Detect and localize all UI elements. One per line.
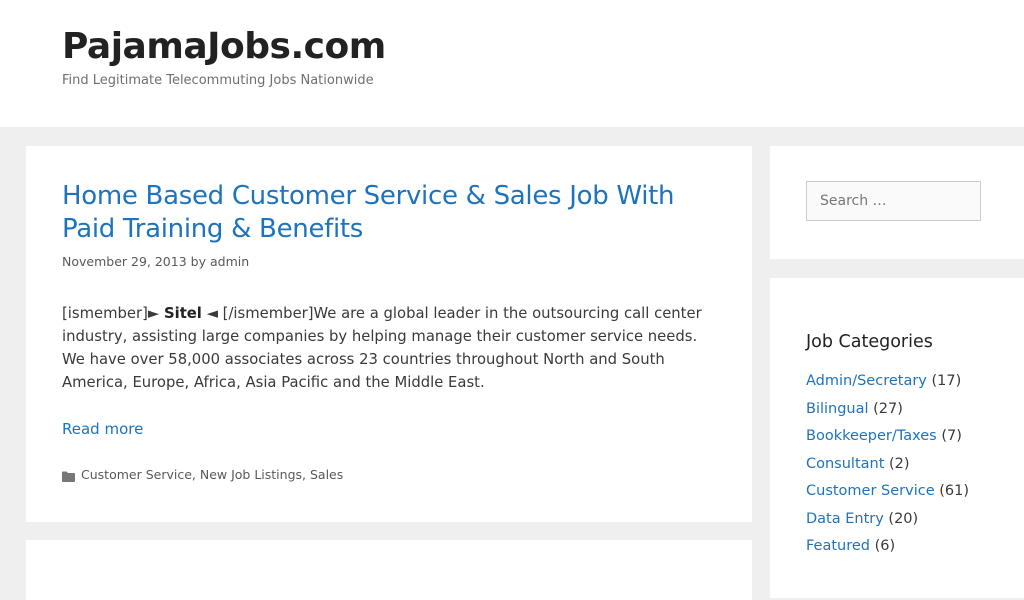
category-item-count: (20) <box>883 510 919 527</box>
post-meta: November 29, 2013 by admin <box>62 254 249 270</box>
read-more-link[interactable]: Read more <box>62 419 143 439</box>
category-list: Admin/Secretary (17) Bilingual (27) Bookke… <box>806 368 969 561</box>
category-item: Bilingual (27) <box>806 396 969 424</box>
next-post-article <box>26 540 752 600</box>
category-item: Data Entry (20) <box>806 506 969 534</box>
category-item-link[interactable]: Customer Service <box>806 483 935 499</box>
category-link[interactable]: Sales <box>310 467 343 482</box>
category-item: Customer Service (61) <box>806 478 969 506</box>
category-item-count: (2) <box>884 455 910 472</box>
category-item-count: (6) <box>870 538 896 554</box>
category-item-link[interactable]: Consultant <box>806 456 884 472</box>
search-input[interactable] <box>806 181 981 221</box>
summary-company: Sitel <box>163 305 202 322</box>
category-links: Customer Service, New Job Listings, Sale… <box>81 467 343 483</box>
category-item-count: (61) <box>934 483 970 499</box>
post-article: Home Based Customer Service & Sales Job … <box>26 146 752 522</box>
category-item-link[interactable]: Bookkeeper/Taxes <box>806 428 937 444</box>
post-title-link[interactable]: Home Based Customer Service & Sales Job … <box>62 180 722 246</box>
post-by-text: by <box>190 254 206 269</box>
post-categories: Customer Service, New Job Listings, Sale… <box>62 467 343 483</box>
category-item-link[interactable]: Admin/Secretary <box>806 373 927 389</box>
category-item-link[interactable]: Featured <box>806 538 870 554</box>
category-separator: , <box>302 467 310 482</box>
category-item-link[interactable]: Bilingual <box>806 401 869 417</box>
site-tagline: Find Legitimate Telecommuting Jobs Natio… <box>62 73 374 88</box>
folder-icon <box>62 470 75 482</box>
widget-title: Job Categories <box>806 331 933 352</box>
category-item-count: (7) <box>936 428 962 444</box>
category-separator: , <box>191 467 200 482</box>
post-author[interactable]: admin <box>210 254 249 269</box>
category-item: Bookkeeper/Taxes (7) <box>806 423 969 451</box>
category-link[interactable]: New Job Listings <box>200 467 302 482</box>
site-title-link[interactable]: PajamaJobs.com <box>62 24 386 70</box>
site-header: PajamaJobs.com Find Legitimate Telecommu… <box>0 0 1024 127</box>
category-item-count: (17) <box>926 373 962 389</box>
category-item: Featured (6) <box>806 533 969 561</box>
summary-prefix: [ismember]► <box>62 305 164 322</box>
job-categories-widget: Job Categories Admin/Secretary (17) Bilin… <box>770 278 1024 598</box>
post-date: November 29, 2013 <box>62 254 187 269</box>
category-item-count: (27) <box>868 400 903 417</box>
category-item: Admin/Secretary (17) <box>806 368 969 396</box>
category-item: Consultant (2) <box>806 451 969 479</box>
category-link[interactable]: Customer Service <box>81 467 192 482</box>
search-widget <box>770 146 1024 259</box>
category-item-link[interactable]: Data Entry <box>806 511 884 527</box>
post-summary: [ismember]► Sitel ◄ [/ismember]We are a … <box>62 302 712 394</box>
